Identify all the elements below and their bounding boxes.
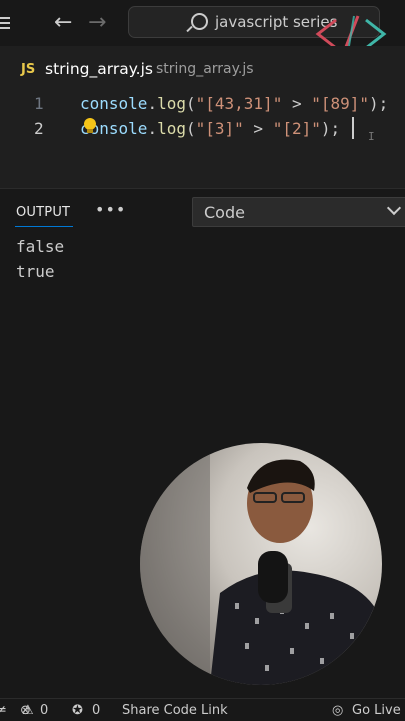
chevron-down-icon [386,200,402,216]
lightbulb-icon[interactable] [84,118,96,133]
code-token: . [147,94,158,113]
text-cursor [352,117,354,139]
code-text: console.log("[3]" > "[2]"); [80,119,340,138]
broadcast-icon[interactable]: ◎ [332,703,343,718]
code-token: "[43,31]" [195,94,283,113]
line-number: 2 [34,119,44,138]
code-token: ( [185,94,196,113]
code-token: "[3]" [195,119,244,138]
code-token: "[2]" [272,119,321,138]
title-bar: ← → javascript series [0,0,405,53]
line-number: 1 [34,94,44,113]
output-channel-select[interactable]: Code [192,197,405,227]
menu-icon[interactable] [0,14,10,30]
code-editor[interactable]: 1 console.log("[43,31]" > "[89]"); 2 con… [0,92,405,188]
share-code-link-button[interactable]: Share Code Link [122,703,228,718]
forward-arrow-icon[interactable]: → [88,10,106,35]
go-live-button[interactable]: Go Live [352,703,401,718]
tab-filename[interactable]: string_array.js [45,60,153,78]
warnings-count[interactable]: 0 [40,703,48,718]
ports-icon[interactable]: ✪ [72,703,83,718]
code-token: "[89]" [311,94,370,113]
back-arrow-icon[interactable]: ← [54,10,72,35]
output-line: false [16,237,65,256]
code-line-1[interactable]: 1 console.log("[43,31]" > "[89]"); [0,92,405,118]
code-token: console [80,94,148,113]
remote-indicator-icon[interactable]: ≠ [0,703,7,718]
code-token: > [282,94,312,113]
editor-tab-row: JS string_array.js string_array.js [0,46,405,92]
status-bar: ≠ ⊗ ⚠ 0 ✪ 0 Share Code Link ◎ Go Live [0,698,405,721]
more-actions-icon[interactable]: ••• [95,200,126,219]
search-icon [191,13,208,30]
code-token: ( [185,119,196,138]
javascript-file-icon: JS [21,62,36,77]
ibeam-cursor-icon: I [368,130,375,143]
presenter-figure [140,443,382,685]
ports-count[interactable]: 0 [92,703,100,718]
code-token: ); [320,119,341,138]
active-tab-indicator [15,226,73,227]
presenter-webcam [140,443,382,685]
tab-output[interactable]: OUTPUT [16,205,70,220]
warnings-icon[interactable]: ⚠ [22,703,34,718]
code-token: . [147,119,158,138]
code-token: ); [369,94,389,113]
code-line-2[interactable]: 2 console.log("[3]" > "[2]"); [0,117,405,143]
code-token: log [157,94,186,113]
output-line: true [16,262,55,281]
tab-breadcrumb[interactable]: string_array.js [156,61,254,77]
code-text: console.log("[43,31]" > "[89]"); [80,94,388,113]
output-channel-value: Code [204,203,245,222]
code-token: > [243,119,273,138]
code-token: log [157,119,186,138]
